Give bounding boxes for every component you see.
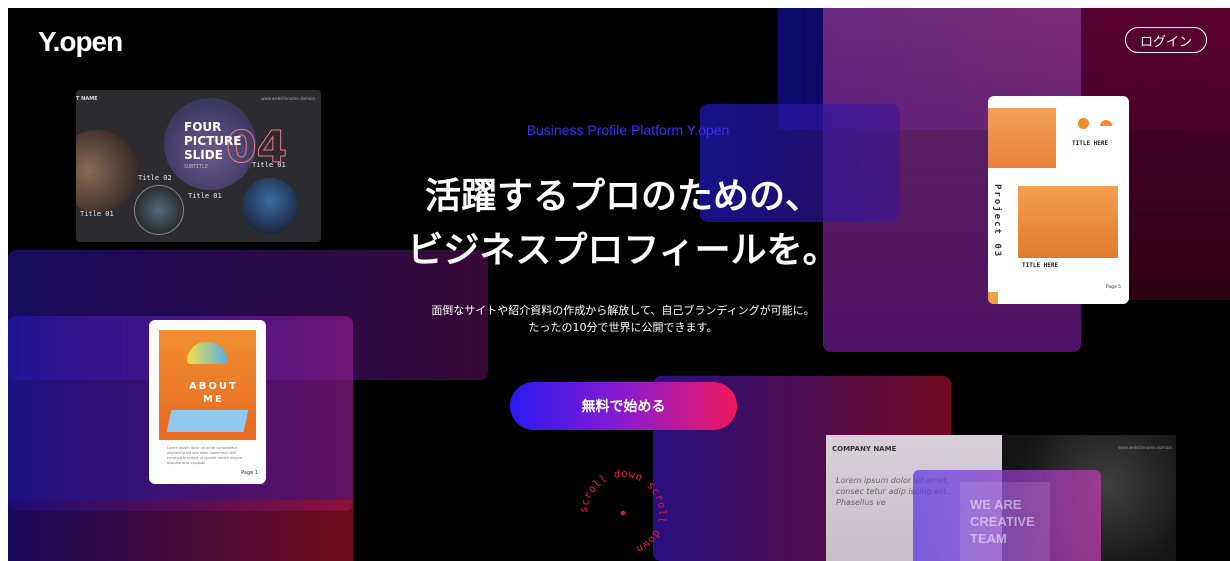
bg-panel — [8, 500, 353, 561]
site-logo[interactable]: Y.open — [38, 26, 123, 58]
base-shape — [166, 410, 249, 432]
project-image — [1018, 186, 1118, 258]
about-heading-line1: ABOUT — [189, 381, 238, 392]
project-title-top: TITLE HERE — [1072, 140, 1109, 147]
slide-photo — [242, 178, 298, 234]
scroll-dot-icon — [620, 510, 626, 516]
project-vertical-label: Project 03 — [992, 184, 1002, 259]
start-free-button[interactable]: 無料で始める — [510, 382, 737, 430]
project-dot — [1078, 118, 1089, 129]
hero-tagline: Business Profile Platform Y.open — [526, 122, 730, 138]
about-heading-line2: ME — [203, 394, 224, 405]
slide-photo — [76, 130, 138, 212]
login-button[interactable]: ログイン — [1125, 27, 1207, 53]
project-dot — [1100, 120, 1112, 126]
scroll-down-indicator[interactable]: scroll down scroll down — [568, 458, 678, 561]
hero-headline: 活躍するプロのための、 ビジネスプロフィールを。 — [378, 170, 868, 278]
about-page-number: Page 1 — [241, 470, 258, 476]
slide-label: Title 01 — [252, 161, 286, 169]
hero-headline-line2: ビジネスプロフィールを。 — [407, 230, 839, 271]
landing-page: T NAME www.websitename.domain 04 FOUR PI… — [8, 0, 1230, 561]
company-url: www.websitename.domain — [1118, 445, 1172, 450]
hero-description-line2: たったの10分で世界に公開できます。 — [528, 321, 718, 334]
project-title-bottom: TITLE HERE — [1022, 262, 1059, 269]
slide-label: Title 02 — [138, 174, 172, 182]
mockup-about-card: ABOUT ME Lorem ipsum dolor sit amet cons… — [149, 320, 266, 484]
project-image — [988, 108, 1056, 168]
slide-subtitle: SUBTITLE — [184, 164, 209, 170]
about-image: ABOUT ME — [159, 330, 256, 440]
project-accent-bar — [988, 292, 998, 304]
slide-header-url: www.websitename.domain — [261, 96, 315, 101]
company-name: COMPANY NAME — [832, 445, 897, 453]
about-body: Lorem ipsum dolor sit amet consectetur a… — [167, 446, 243, 465]
hero-headline-line1: 活躍するプロのための、 — [424, 176, 821, 217]
hero-description: 面倒なサイトや紹介資料の作成から解放して、自己ブランディングが可能に。 たったの… — [408, 302, 838, 336]
window-edge — [0, 0, 1230, 8]
about-heading: ABOUT ME — [189, 380, 238, 406]
slide-title: FOUR PICTURE SLIDE — [184, 120, 242, 162]
slide-header-name: T NAME — [76, 96, 98, 102]
mockup-project-card: TITLE HERE Project 03 TITLE HERE Page 5 — [988, 96, 1129, 304]
company-we-are: WE ARE CREATIVE TEAM — [970, 497, 1035, 546]
hero-description-line1: 面倒なサイトや紹介資料の作成から解放して、自己ブランディングが可能に。 — [431, 304, 815, 317]
window-edge — [0, 0, 8, 561]
slide-label: Title 01 — [188, 192, 222, 200]
slide-label: Title 01 — [80, 210, 114, 218]
project-page-number: Page 5 — [1105, 285, 1121, 290]
mockup-slide-card: T NAME www.websitename.domain 04 FOUR PI… — [76, 90, 321, 242]
mushroom-shape — [187, 342, 227, 364]
slide-photo — [134, 185, 184, 235]
